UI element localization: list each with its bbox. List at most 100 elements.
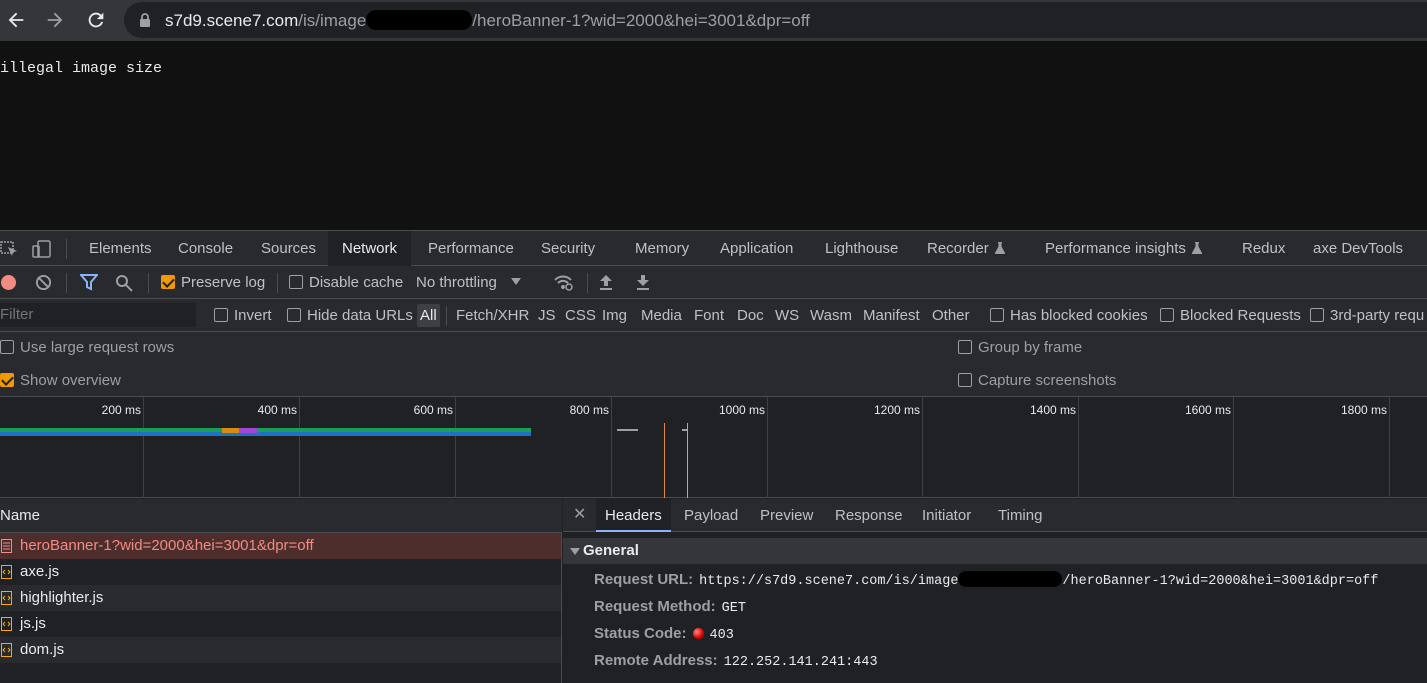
lock-icon (140, 13, 150, 27)
arrow-right-icon (47, 12, 63, 28)
checkbox-checked (161, 275, 175, 289)
checkbox-unchecked (958, 373, 972, 387)
tab-performance-insights[interactable]: Performance insights (1031, 231, 1216, 266)
tab-network[interactable]: Network (328, 231, 412, 267)
inspect-element-icon[interactable] (0, 240, 20, 258)
tab-security[interactable]: Security (527, 231, 609, 266)
tab-performance-insights-label: Performance insights (1045, 240, 1186, 257)
tick-label: 400 ms (257, 403, 297, 417)
tab-performance[interactable]: Performance (414, 231, 528, 266)
tick-label: 1800 ms (1340, 403, 1387, 417)
record-button[interactable] (1, 275, 16, 290)
gridline (767, 397, 768, 498)
type-filter-ws[interactable]: WS (775, 299, 799, 332)
request-row[interactable]: axe.js (0, 559, 561, 585)
checkbox-checked (0, 373, 14, 387)
capture-screenshots-checkbox[interactable]: Capture screenshots (958, 371, 1116, 391)
tick-label: 1200 ms (873, 403, 920, 417)
request-list: Name heroBanner-1?wid=2000&hei=3001&dpr=… (0, 499, 562, 683)
disable-cache-label: Disable cache (309, 274, 404, 291)
type-filter-js[interactable]: JS (538, 299, 556, 332)
device-toolbar-icon[interactable] (32, 240, 52, 258)
tab-lighthouse[interactable]: Lighthouse (811, 231, 912, 266)
tab-initiator[interactable]: Initiator (913, 499, 980, 532)
show-overview-checkbox[interactable]: Show overview (0, 371, 121, 391)
divider (587, 273, 588, 293)
filter-input[interactable] (0, 303, 196, 327)
request-row[interactable]: js.js (0, 611, 561, 637)
tab-payload[interactable]: Payload (675, 499, 747, 532)
url-text: s7d9.scene7.com/is/image/heroBanner-1?wi… (165, 10, 810, 30)
tab-recorder[interactable]: Recorder (913, 231, 1019, 266)
type-filter-doc[interactable]: Doc (737, 299, 764, 332)
type-filter-fetch-xhr[interactable]: Fetch/XHR (456, 299, 529, 332)
forward-button[interactable] (39, 5, 71, 35)
type-filter-img[interactable]: Img (602, 299, 627, 332)
back-button[interactable] (0, 5, 32, 35)
import-har-icon[interactable] (598, 273, 614, 291)
type-filter-wasm[interactable]: Wasm (810, 299, 852, 332)
blocked-requests-checkbox[interactable]: Blocked Requests (1160, 299, 1301, 332)
type-filter-other[interactable]: Other (932, 299, 970, 332)
tab-sources[interactable]: Sources (247, 231, 330, 266)
gridline (922, 397, 923, 498)
tab-console[interactable]: Console (164, 231, 247, 266)
gridline (455, 397, 456, 498)
type-filter-css[interactable]: CSS (565, 299, 596, 332)
close-icon[interactable]: ✕ (573, 507, 586, 523)
type-filter-all[interactable]: All (417, 304, 440, 327)
tab-preview[interactable]: Preview (751, 499, 822, 532)
request-method-value: GET (721, 601, 746, 616)
network-conditions-icon[interactable] (553, 274, 573, 291)
throttling-value: No throttling (416, 274, 497, 291)
large-rows-label: Use large request rows (20, 339, 175, 356)
network-overview[interactable]: 200 ms 400 ms 600 ms 800 ms 1000 ms 1200… (0, 397, 1427, 498)
export-har-icon[interactable] (635, 273, 651, 291)
gridline (611, 397, 612, 498)
group-by-frame-checkbox[interactable]: Group by frame (958, 338, 1082, 358)
checkbox-unchecked (990, 308, 1004, 322)
hide-data-urls-checkbox[interactable]: Hide data URLs (287, 299, 413, 332)
preserve-log-checkbox[interactable]: Preserve log (161, 266, 265, 299)
tab-response[interactable]: Response (826, 499, 912, 532)
search-icon[interactable] (115, 274, 133, 292)
general-section-title: General (583, 542, 639, 559)
filter-icon[interactable] (80, 274, 98, 291)
type-filter-manifest[interactable]: Manifest (863, 299, 920, 332)
tab-recorder-label: Recorder (927, 240, 989, 257)
general-section-header[interactable]: General (563, 538, 1427, 564)
reload-button[interactable] (80, 5, 112, 35)
tab-memory[interactable]: Memory (621, 231, 703, 266)
tab-redux[interactable]: Redux (1228, 231, 1299, 266)
request-row[interactable]: dom.js (0, 637, 561, 663)
checkbox-unchecked (214, 308, 228, 322)
invert-checkbox[interactable]: Invert (214, 299, 272, 332)
request-row[interactable]: highlighter.js (0, 585, 561, 611)
arrow-left-icon (8, 12, 24, 28)
divider (148, 273, 149, 293)
large-rows-checkbox[interactable]: Use large request rows (0, 338, 174, 358)
has-blocked-cookies-checkbox[interactable]: Has blocked cookies (990, 299, 1148, 332)
tab-timing[interactable]: Timing (989, 499, 1051, 532)
address-bar[interactable]: s7d9.scene7.com/is/image/heroBanner-1?wi… (124, 2, 1427, 38)
throttling-select[interactable]: No throttling (416, 266, 521, 299)
tab-application[interactable]: Application (706, 231, 807, 266)
error-status-icon (692, 628, 704, 639)
third-party-checkbox[interactable]: 3rd-party requ (1310, 299, 1424, 332)
tab-headers[interactable]: Headers (596, 499, 671, 532)
divider (66, 273, 67, 293)
name-column-header[interactable]: Name (0, 499, 562, 533)
tab-axe-devtools[interactable]: axe DevTools (1299, 231, 1417, 266)
checkbox-unchecked (289, 275, 303, 289)
type-filter-font[interactable]: Font (694, 299, 724, 332)
tab-elements[interactable]: Elements (75, 231, 166, 266)
request-row[interactable]: heroBanner-1?wid=2000&hei=3001&dpr=off (0, 533, 561, 559)
clear-icon[interactable] (35, 274, 52, 291)
disable-cache-checkbox[interactable]: Disable cache (289, 266, 403, 299)
divider (446, 306, 447, 326)
type-filter-media[interactable]: Media (641, 299, 682, 332)
tick-label: 800 ms (569, 403, 609, 417)
checkbox-unchecked (958, 340, 972, 354)
request-method-row: Request Method: GET (594, 596, 746, 618)
request-name: dom.js (20, 641, 65, 658)
